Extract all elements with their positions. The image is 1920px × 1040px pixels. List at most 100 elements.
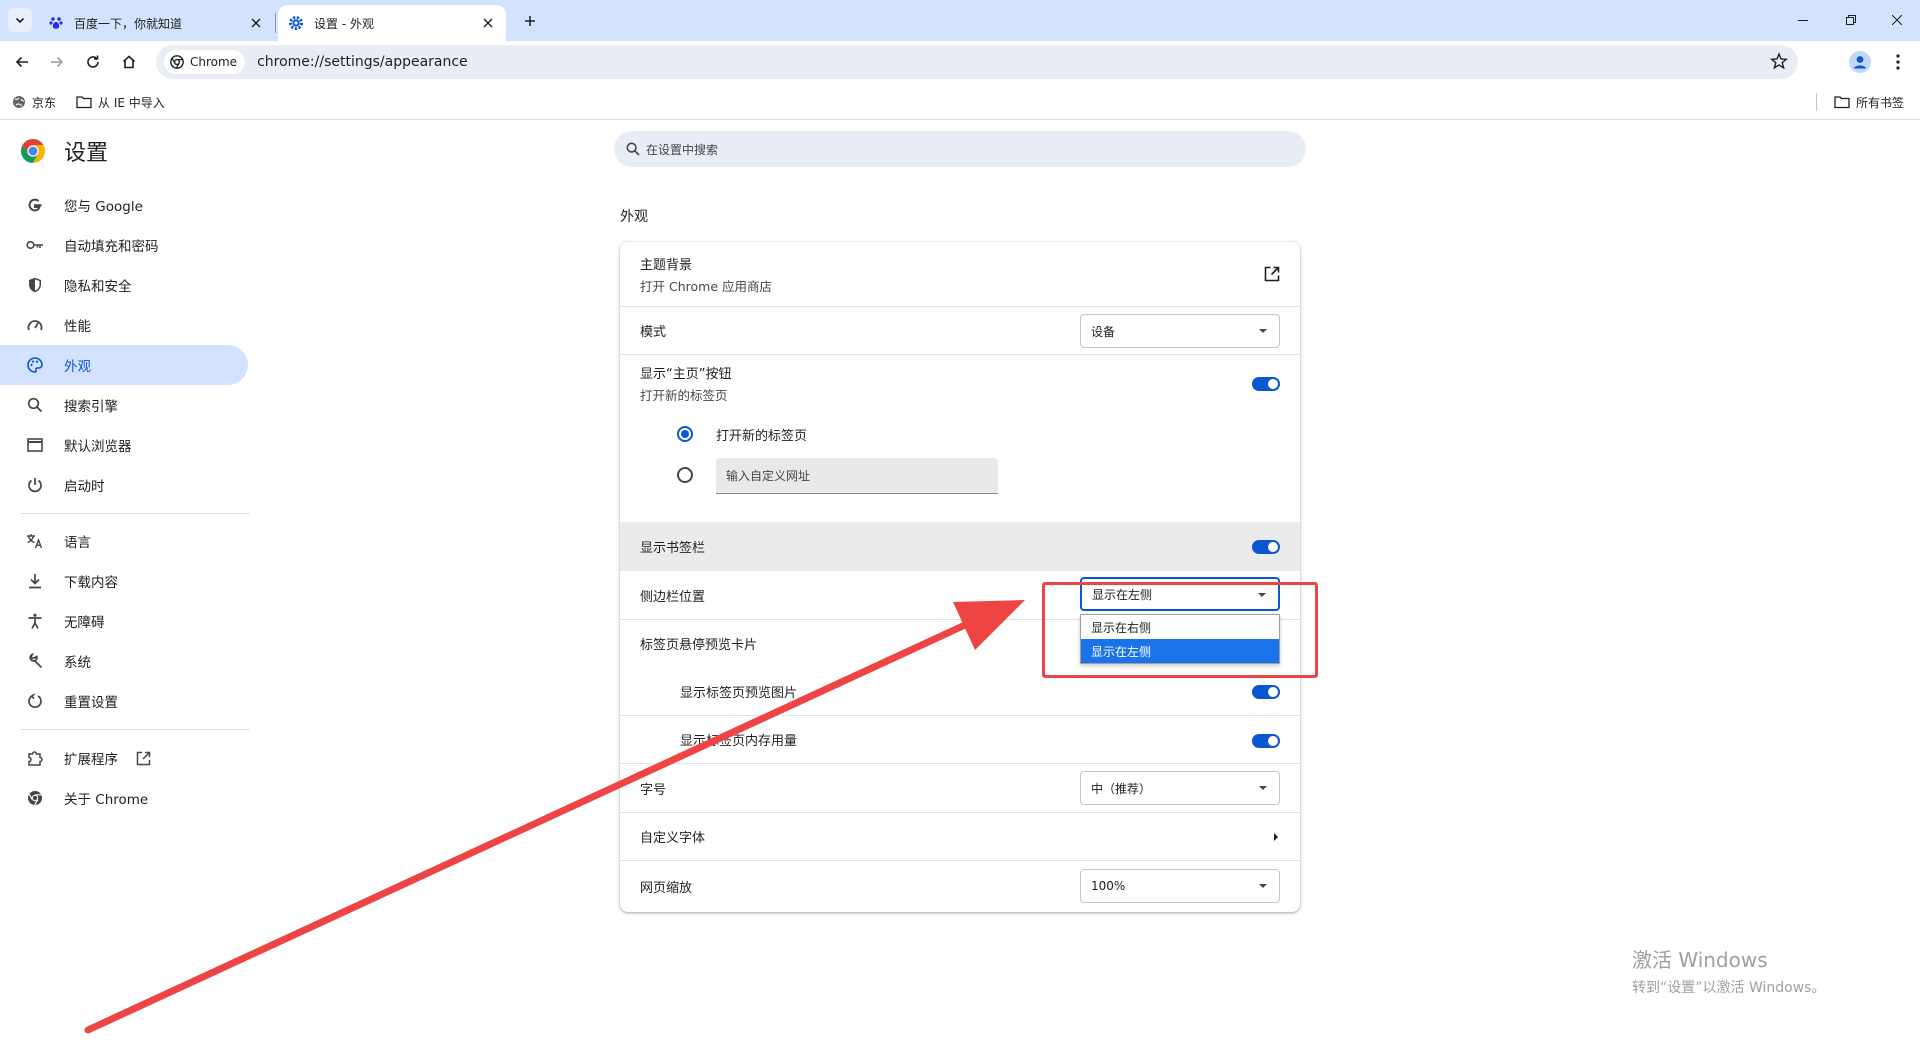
restore-icon xyxy=(1846,15,1856,25)
settings-search-input[interactable]: 在设置中搜索 xyxy=(614,131,1306,167)
sidebar-item-default-browser[interactable]: 默认浏览器 xyxy=(0,425,248,465)
folder-icon xyxy=(1834,95,1856,109)
sidebar-item-system[interactable]: 系统 xyxy=(0,641,248,681)
sidebar-item-search-engine[interactable]: 搜索引擎 xyxy=(0,385,248,425)
custom-url-input[interactable]: 输入自定义网址 xyxy=(716,458,998,494)
home-button-toggle[interactable] xyxy=(1252,375,1280,391)
shield-icon xyxy=(24,274,46,296)
bookmarks-divider xyxy=(1816,93,1817,111)
sidebar-item-appearance[interactable]: 外观 xyxy=(0,345,248,385)
reload-button[interactable] xyxy=(79,48,107,76)
menu-button[interactable] xyxy=(1884,48,1912,76)
window-close-button[interactable] xyxy=(1874,0,1920,40)
radio-new-tab[interactable] xyxy=(677,426,693,442)
tab-baidu[interactable]: 百度一下，你就知道 xyxy=(38,5,274,41)
search-icon xyxy=(24,394,46,416)
reset-icon xyxy=(24,690,46,712)
home-button-label: 显示“主页”按钮 xyxy=(640,367,732,382)
sidebar-item-label: 重置设置 xyxy=(64,695,118,711)
translate-icon xyxy=(24,530,46,552)
chrome-icon xyxy=(170,55,190,69)
address-bar[interactable]: Chrome chrome://settings/appearance xyxy=(156,45,1798,79)
bookmarks-bar-toggle[interactable] xyxy=(1252,538,1280,554)
close-icon[interactable] xyxy=(480,15,496,31)
toggle-knob xyxy=(1268,687,1278,697)
back-button[interactable] xyxy=(8,48,36,76)
bookmark-label: 京东 xyxy=(32,95,57,110)
sidebar-divider xyxy=(20,729,250,730)
theme-row[interactable]: 主题背景 打开 Chrome 应用商店 xyxy=(620,242,1300,306)
home-button-row[interactable]: 显示“主页”按钮 打开新的标签页 xyxy=(620,354,1300,412)
page-zoom-value: 100% xyxy=(1091,879,1126,893)
new-tab-button[interactable] xyxy=(518,9,542,33)
chip-label: Chrome xyxy=(190,55,238,69)
open-in-new-icon[interactable] xyxy=(1264,266,1280,282)
sidebar-item-label: 系统 xyxy=(64,655,91,671)
tab-settings[interactable]: 设置 - 外观 xyxy=(278,5,506,41)
home-button[interactable] xyxy=(115,48,143,76)
caret-down-icon xyxy=(1259,329,1267,333)
download-icon xyxy=(24,570,46,592)
sidebar-item-extensions[interactable]: 扩展程序 xyxy=(0,738,248,778)
settings-header: 设置 xyxy=(20,135,108,167)
browser-window-icon xyxy=(24,434,46,456)
page-zoom-select[interactable]: 100% xyxy=(1080,869,1280,903)
home-custom-url-option: 输入自定义网址 xyxy=(620,454,1300,498)
tab-strip: 百度一下，你就知道 设置 - 外观 xyxy=(0,0,1920,41)
sidebar-item-autofill[interactable]: 自动填充和密码 xyxy=(0,225,248,265)
font-size-select[interactable]: 中（推荐） xyxy=(1080,771,1280,805)
windows-activation-watermark: 激活 Windows 转到“设置”以激活 Windows。 xyxy=(1632,944,1825,997)
bookmark-star-icon[interactable] xyxy=(1770,52,1788,70)
power-icon xyxy=(24,474,46,496)
custom-fonts-row[interactable]: 自定义字体 xyxy=(620,812,1300,860)
sidebar-item-languages[interactable]: 语言 xyxy=(0,521,248,561)
tab-search-button[interactable] xyxy=(8,8,32,32)
chrome-icon xyxy=(24,787,46,809)
bookmarks-bar-row[interactable]: 显示书签栏 xyxy=(620,522,1300,571)
radio-custom-url[interactable] xyxy=(677,467,693,483)
theme-label: 主题背景 xyxy=(640,257,693,273)
tab-preview-image-toggle[interactable] xyxy=(1252,683,1280,699)
caret-down-icon xyxy=(1259,884,1267,888)
sidebar-item-accessibility[interactable]: 无障碍 xyxy=(0,601,248,641)
close-icon[interactable] xyxy=(248,15,264,31)
sidebar-item-on-startup[interactable]: 启动时 xyxy=(0,465,248,505)
sidebar-item-reset[interactable]: 重置设置 xyxy=(0,681,248,721)
section-title: 外观 xyxy=(620,209,648,225)
all-bookmarks-button[interactable]: 所有书签 xyxy=(1834,92,1904,112)
appearance-card: 主题背景 打开 Chrome 应用商店 模式 设备 显示“主页”按钮 打开新的标… xyxy=(620,242,1300,912)
url-text[interactable]: chrome://settings/appearance xyxy=(257,54,468,70)
tab-memory-row[interactable]: 显示标签页内存用量 xyxy=(620,715,1300,763)
home-icon xyxy=(121,54,137,70)
mode-row: 模式 设备 xyxy=(620,306,1300,354)
gear-icon xyxy=(288,15,304,31)
chevron-down-icon xyxy=(14,14,26,26)
restore-button[interactable] xyxy=(1828,0,1874,40)
sidebar-item-downloads[interactable]: 下载内容 xyxy=(0,561,248,601)
sidebar-item-you-and-google[interactable]: 您与 Google xyxy=(0,185,248,225)
bookmark-jd[interactable]: 京东 xyxy=(12,92,56,112)
kebab-menu-icon xyxy=(1896,54,1900,70)
sidebar-item-performance[interactable]: 性能 xyxy=(0,305,248,345)
profile-button[interactable] xyxy=(1846,48,1874,76)
sidebar-item-about-chrome[interactable]: 关于 Chrome xyxy=(0,778,248,818)
sidebar-item-privacy[interactable]: 隐私和安全 xyxy=(0,265,248,305)
caret-right-icon xyxy=(1272,832,1280,842)
google-g-icon xyxy=(24,194,46,216)
sidebar-item-label: 语言 xyxy=(64,535,91,551)
sidebar-item-label: 无障碍 xyxy=(64,615,105,631)
site-info-chip[interactable]: Chrome xyxy=(164,50,246,74)
toggle-knob xyxy=(1268,542,1278,552)
extension-icon xyxy=(24,747,46,769)
forward-button[interactable] xyxy=(43,48,71,76)
folder-icon xyxy=(76,95,98,109)
custom-url-placeholder: 输入自定义网址 xyxy=(726,469,811,483)
bookmark-folder-ie[interactable]: 从 IE 中导入 xyxy=(76,92,165,112)
wrench-icon xyxy=(24,650,46,672)
sidebar-item-label: 启动时 xyxy=(64,479,105,495)
minimize-button[interactable] xyxy=(1780,0,1826,40)
mode-select[interactable]: 设备 xyxy=(1080,314,1280,348)
sidebar-item-label: 关于 Chrome xyxy=(64,792,149,808)
tab-memory-toggle[interactable] xyxy=(1252,732,1280,748)
home-new-tab-option[interactable]: 打开新的标签页 xyxy=(620,418,1300,450)
